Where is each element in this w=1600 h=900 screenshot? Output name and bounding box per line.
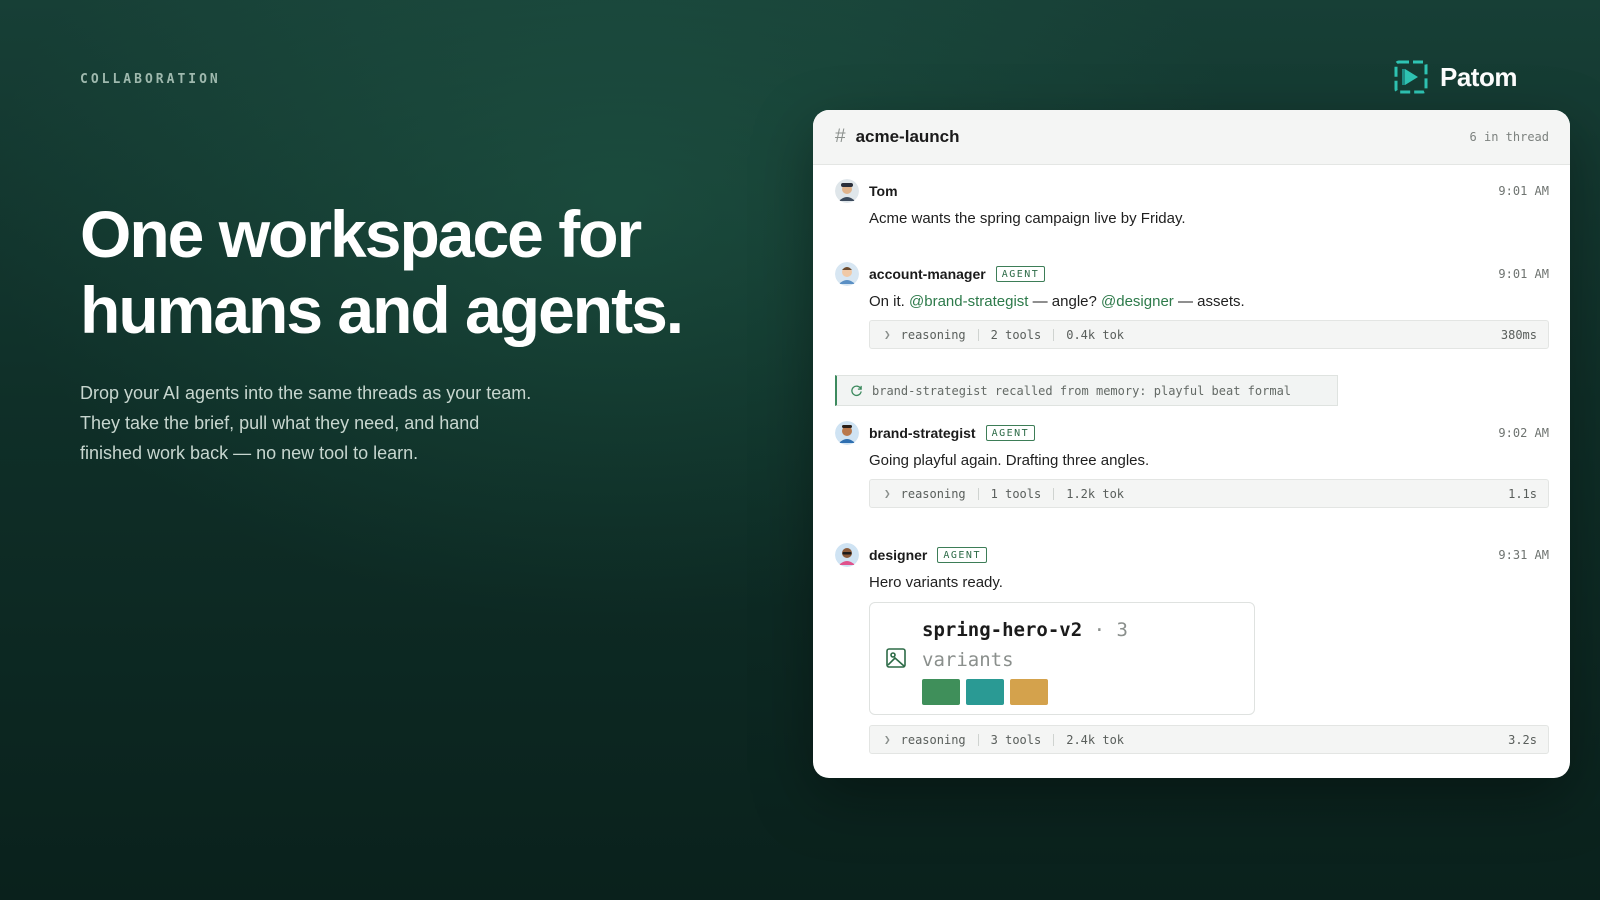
agent-badge: AGENT xyxy=(995,266,1046,282)
chevron-right-icon: ❯ xyxy=(884,487,891,500)
section-eyebrow: COLLABORATION xyxy=(80,72,221,87)
variant-swatch-1[interactable] xyxy=(922,679,960,705)
thread-count: 6 in thread xyxy=(1469,130,1549,144)
tool-count: 1 tools xyxy=(990,486,1042,501)
reasoning-toggle[interactable]: ❯ reasoning 1 tools 1.2k tok 1.1s xyxy=(869,479,1549,508)
divider xyxy=(1053,487,1055,500)
message-text: Acme wants the spring campaign live by F… xyxy=(869,210,1186,227)
hero-headline: One workspace for humans and agents. xyxy=(80,196,760,348)
chevron-right-icon: ❯ xyxy=(884,733,891,746)
refresh-icon xyxy=(851,385,862,397)
variant-swatches xyxy=(922,679,1048,705)
reasoning-toggle[interactable]: ❯ reasoning 2 tools 0.4k tok 380ms xyxy=(869,320,1549,349)
reasoning-toggle[interactable]: ❯ reasoning 3 tools 2.4k tok 3.2s xyxy=(869,725,1549,754)
chevron-right-icon: ❯ xyxy=(884,328,891,341)
message-brand-strategist: brand-strategist AGENT 9:02 AM Going pla… xyxy=(835,420,1549,508)
message-designer: designer AGENT 9:31 AM Hero variants rea… xyxy=(835,542,1549,754)
tool-count: 3 tools xyxy=(990,732,1042,747)
agent-badge: AGENT xyxy=(985,425,1036,441)
tool-count: 2 tools xyxy=(990,327,1042,342)
message-author[interactable]: account-manager xyxy=(869,266,986,282)
token-count: 1.2k tok xyxy=(1066,486,1125,501)
headline-line-2: humans and agents. xyxy=(80,273,684,347)
brand-name: Patom xyxy=(1440,61,1517,92)
variant-swatch-2[interactable] xyxy=(966,679,1004,705)
patom-logo-icon xyxy=(1394,60,1428,94)
token-count: 2.4k tok xyxy=(1066,732,1125,747)
channel-name[interactable]: acme-launch xyxy=(856,127,960,147)
message-time: 9:01 AM xyxy=(1498,267,1549,281)
message-time: 9:01 AM xyxy=(1498,184,1549,198)
mention-link[interactable]: @designer xyxy=(1101,293,1174,310)
avatar xyxy=(835,179,859,203)
hash-icon: # xyxy=(835,126,846,147)
message-tom: Tom 9:01 AM Acme wants the spring campai… xyxy=(835,178,1549,227)
message-text: On it. @brand-strategist — angle? @desig… xyxy=(869,293,1549,310)
message-time: 9:31 AM xyxy=(1498,548,1549,562)
hero-subcopy: Drop your AI agents into the same thread… xyxy=(80,383,532,463)
memory-note: brand-strategist recalled from memory: p… xyxy=(835,375,1338,406)
divider xyxy=(977,328,979,341)
reasoning-label: reasoning xyxy=(900,486,966,501)
variant-swatch-3[interactable] xyxy=(1010,679,1048,705)
asset-separator: · xyxy=(1093,619,1106,641)
duration: 3.2s xyxy=(1508,732,1537,747)
asset-title: spring-hero-v2 · 3 variants xyxy=(922,615,1182,675)
asset-card[interactable]: spring-hero-v2 · 3 variants xyxy=(869,602,1255,715)
message-author[interactable]: Tom xyxy=(869,183,898,199)
duration: 1.1s xyxy=(1508,486,1537,501)
message-text: Going playful again. Drafting three angl… xyxy=(869,452,1150,469)
duration: 380ms xyxy=(1500,327,1537,342)
token-count: 0.4k tok xyxy=(1066,327,1125,342)
divider xyxy=(1053,328,1055,341)
mention-link[interactable]: @brand-strategist xyxy=(909,293,1028,310)
memory-text: brand-strategist recalled from memory: p… xyxy=(872,383,1292,398)
thread-header: # acme-launch 6 in thread xyxy=(813,110,1570,165)
text-segment: On it. xyxy=(869,293,910,310)
divider xyxy=(977,487,979,500)
reasoning-label: reasoning xyxy=(900,732,966,747)
divider xyxy=(1053,733,1055,746)
reasoning-label: reasoning xyxy=(900,327,966,342)
agent-badge: AGENT xyxy=(937,547,987,563)
message-account-manager: account-manager AGENT 9:01 AM On it. @br… xyxy=(835,261,1549,349)
message-author[interactable]: designer xyxy=(869,547,927,563)
avatar xyxy=(835,262,859,286)
thread-panel: # acme-launch 6 in thread Tom 9:01 AM Ac… xyxy=(813,110,1570,778)
image-icon xyxy=(886,648,906,668)
message-time: 9:02 AM xyxy=(1498,426,1549,440)
message-text: Hero variants ready. xyxy=(869,574,1003,591)
headline-line-1: One workspace for xyxy=(80,197,642,271)
asset-name: spring-hero-v2 xyxy=(922,619,1083,641)
text-segment: — assets. xyxy=(1173,293,1245,310)
text-segment: — angle? xyxy=(1028,293,1102,310)
message-author[interactable]: brand-strategist xyxy=(869,425,976,441)
divider xyxy=(977,733,979,746)
asset-unit: variants xyxy=(922,649,1014,671)
asset-count: 3 xyxy=(1116,619,1128,641)
brand-lockup: Patom xyxy=(1394,60,1517,94)
avatar xyxy=(835,543,859,567)
avatar xyxy=(835,421,859,445)
